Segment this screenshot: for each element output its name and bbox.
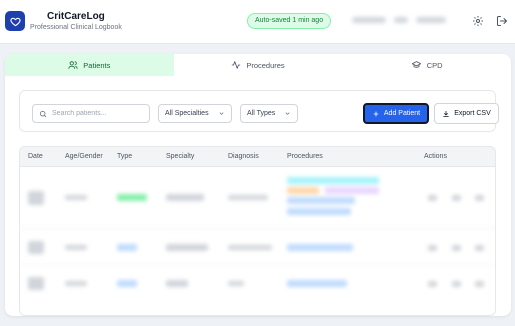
patients-table: Date Age/Gender Type Specialty Diagnosis… [19,146,496,316]
logout-icon[interactable] [496,15,508,27]
gear-icon[interactable] [472,15,484,27]
table-header: Date Age/Gender Type Specialty Diagnosis… [20,147,495,167]
activity-icon [232,61,241,69]
table-row[interactable] [20,229,495,265]
heart-icon [9,17,21,26]
search-box [32,104,150,123]
export-csv-button[interactable]: Export CSV [434,103,499,124]
users-icon [68,61,78,69]
column-header: Age/Gender [65,153,103,160]
plus-icon [373,111,379,116]
table-row[interactable] [20,265,495,301]
column-header: Actions [424,153,447,160]
autosave-badge: Auto-saved 1 min ago [247,13,332,29]
column-header: Diagnosis [228,153,259,160]
chevron-down-icon [285,112,290,115]
app-header: CritCareLog Professional Clinical Logboo… [0,0,515,44]
specialty-select-value: All Specialties [165,110,209,117]
table-row[interactable] [20,167,495,229]
filter-toolbar: All Specialties All Types Add Patient Ex… [19,90,499,132]
app-title: CritCareLog [47,11,105,22]
tab-label: Patients [83,60,111,70]
chevron-down-icon [219,112,224,115]
tab-label: Procedures [246,60,285,70]
export-csv-label: Export CSV [454,110,491,117]
column-header: Specialty [166,153,195,160]
app-logo [5,11,25,31]
column-header: Procedures [287,153,323,160]
search-input[interactable] [52,110,148,117]
main-card: Patients Procedures CPD All Specialties … [5,54,511,316]
add-patient-label: Add Patient [383,110,421,117]
tab-procedures[interactable]: Procedures [174,54,343,76]
type-select-value: All Types [247,110,276,117]
column-header: Type [117,153,133,160]
column-header: Date [28,153,43,160]
tab-label: CPD [426,60,443,70]
specialty-select[interactable]: All Specialties [158,104,232,123]
blurred-header-nav [352,17,446,23]
app-subtitle: Professional Clinical Logbook [30,24,122,31]
type-select[interactable]: All Types [240,104,298,123]
graduation-cap-icon [411,61,421,68]
search-icon [39,110,47,117]
tab-bar: Patients Procedures CPD [5,54,511,76]
tab-patients[interactable]: Patients [5,54,174,76]
download-icon [443,110,449,117]
tab-cpd[interactable]: CPD [342,54,511,76]
add-patient-button[interactable]: Add Patient [363,103,429,124]
